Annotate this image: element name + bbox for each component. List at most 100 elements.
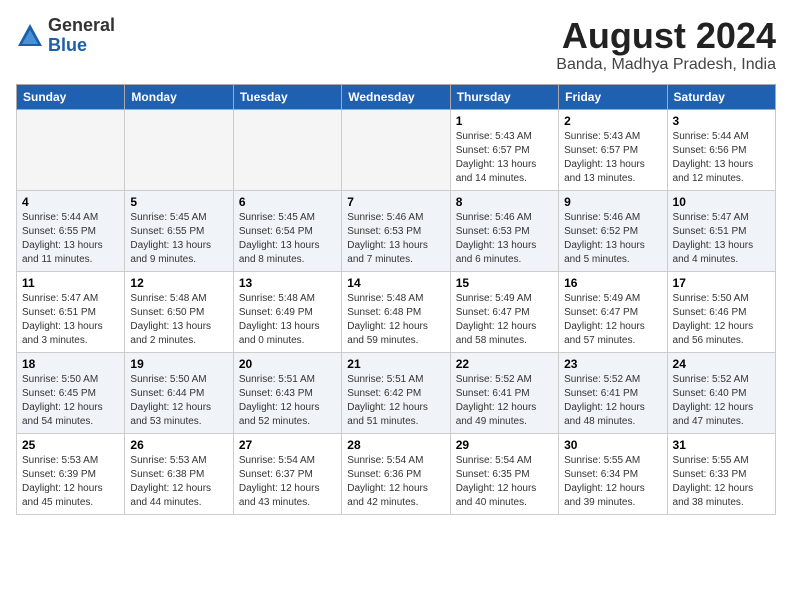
day-info: Sunrise: 5:50 AM Sunset: 6:44 PM Dayligh…	[130, 373, 227, 429]
day-number: 15	[456, 276, 553, 290]
day-info: Sunrise: 5:43 AM Sunset: 6:57 PM Dayligh…	[456, 130, 553, 186]
day-number: 22	[456, 357, 553, 371]
day-number: 4	[22, 195, 119, 209]
day-cell	[342, 109, 450, 190]
day-info: Sunrise: 5:47 AM Sunset: 6:51 PM Dayligh…	[673, 211, 770, 267]
day-number: 1	[456, 114, 553, 128]
day-cell: 3 Sunrise: 5:44 AM Sunset: 6:56 PM Daylig…	[667, 109, 775, 190]
header-saturday: Saturday	[667, 84, 775, 109]
day-number: 16	[564, 276, 661, 290]
page-header: General Blue August 2024 Banda, Madhya P…	[16, 16, 776, 74]
day-number: 19	[130, 357, 227, 371]
day-info: Sunrise: 5:50 AM Sunset: 6:45 PM Dayligh…	[22, 373, 119, 429]
logo-blue: Blue	[48, 35, 87, 55]
header-wednesday: Wednesday	[342, 84, 450, 109]
day-cell: 22 Sunrise: 5:52 AM Sunset: 6:41 PM Dayli…	[450, 352, 558, 433]
day-number: 14	[347, 276, 444, 290]
day-info: Sunrise: 5:48 AM Sunset: 6:50 PM Dayligh…	[130, 292, 227, 348]
day-info: Sunrise: 5:46 AM Sunset: 6:52 PM Dayligh…	[564, 211, 661, 267]
week-row-2: 4 Sunrise: 5:44 AM Sunset: 6:55 PM Daylig…	[17, 190, 776, 271]
header-monday: Monday	[125, 84, 233, 109]
day-number: 29	[456, 438, 553, 452]
day-info: Sunrise: 5:54 AM Sunset: 6:37 PM Dayligh…	[239, 454, 336, 510]
day-number: 10	[673, 195, 770, 209]
day-number: 13	[239, 276, 336, 290]
day-cell: 2Sunrise: 5:43 AM Sunset: 6:57 PM Daylig…	[559, 109, 667, 190]
logo-text: General Blue	[48, 16, 115, 56]
day-info: Sunrise: 5:49 AM Sunset: 6:47 PM Dayligh…	[456, 292, 553, 348]
day-number: 2	[564, 114, 661, 128]
day-cell: 6 Sunrise: 5:45 AM Sunset: 6:54 PM Daylig…	[233, 190, 341, 271]
day-cell: 25Sunrise: 5:53 AM Sunset: 6:39 PM Dayli…	[17, 433, 125, 514]
day-info: Sunrise: 5:52 AM Sunset: 6:41 PM Dayligh…	[456, 373, 553, 429]
day-number: 5	[130, 195, 227, 209]
week-row-3: 11Sunrise: 5:47 AM Sunset: 6:51 PM Dayli…	[17, 271, 776, 352]
logo-icon	[16, 22, 44, 50]
day-number: 6	[239, 195, 336, 209]
day-cell: 29 Sunrise: 5:54 AM Sunset: 6:35 PM Dayli…	[450, 433, 558, 514]
header-sunday: Sunday	[17, 84, 125, 109]
day-number: 31	[673, 438, 770, 452]
day-cell: 10 Sunrise: 5:47 AM Sunset: 6:51 PM Dayli…	[667, 190, 775, 271]
day-cell: 13Sunrise: 5:48 AM Sunset: 6:49 PM Dayli…	[233, 271, 341, 352]
week-row-4: 18Sunrise: 5:50 AM Sunset: 6:45 PM Dayli…	[17, 352, 776, 433]
day-cell: 31 Sunrise: 5:55 AM Sunset: 6:33 PM Dayli…	[667, 433, 775, 514]
day-cell: 5 Sunrise: 5:45 AM Sunset: 6:55 PM Daylig…	[125, 190, 233, 271]
day-number: 24	[673, 357, 770, 371]
day-number: 25	[22, 438, 119, 452]
logo-general: General	[48, 15, 115, 35]
day-info: Sunrise: 5:52 AM Sunset: 6:41 PM Dayligh…	[564, 373, 661, 429]
day-cell: 24 Sunrise: 5:52 AM Sunset: 6:40 PM Dayli…	[667, 352, 775, 433]
header-row: SundayMondayTuesdayWednesdayThursdayFrid…	[17, 84, 776, 109]
day-number: 28	[347, 438, 444, 452]
day-info: Sunrise: 5:52 AM Sunset: 6:40 PM Dayligh…	[673, 373, 770, 429]
day-cell: 18Sunrise: 5:50 AM Sunset: 6:45 PM Dayli…	[17, 352, 125, 433]
day-cell: 28 Sunrise: 5:54 AM Sunset: 6:36 PM Dayli…	[342, 433, 450, 514]
day-cell: 27 Sunrise: 5:54 AM Sunset: 6:37 PM Dayli…	[233, 433, 341, 514]
day-number: 7	[347, 195, 444, 209]
day-info: Sunrise: 5:45 AM Sunset: 6:54 PM Dayligh…	[239, 211, 336, 267]
header-tuesday: Tuesday	[233, 84, 341, 109]
day-cell: 1 Sunrise: 5:43 AM Sunset: 6:57 PM Daylig…	[450, 109, 558, 190]
day-number: 26	[130, 438, 227, 452]
day-cell: 4 Sunrise: 5:44 AM Sunset: 6:55 PM Daylig…	[17, 190, 125, 271]
day-info: Sunrise: 5:46 AM Sunset: 6:53 PM Dayligh…	[347, 211, 444, 267]
day-info: Sunrise: 5:55 AM Sunset: 6:33 PM Dayligh…	[673, 454, 770, 510]
day-info: Sunrise: 5:44 AM Sunset: 6:55 PM Dayligh…	[22, 211, 119, 267]
day-number: 30	[564, 438, 661, 452]
calendar-table: SundayMondayTuesdayWednesdayThursdayFrid…	[16, 84, 776, 515]
day-info: Sunrise: 5:51 AM Sunset: 6:42 PM Dayligh…	[347, 373, 444, 429]
day-cell: 8Sunrise: 5:46 AM Sunset: 6:53 PM Daylig…	[450, 190, 558, 271]
day-number: 23	[564, 357, 661, 371]
day-cell: 26 Sunrise: 5:53 AM Sunset: 6:38 PM Dayli…	[125, 433, 233, 514]
month-year: August 2024	[556, 16, 776, 56]
day-cell	[17, 109, 125, 190]
day-cell	[233, 109, 341, 190]
day-info: Sunrise: 5:44 AM Sunset: 6:56 PM Dayligh…	[673, 130, 770, 186]
day-number: 12	[130, 276, 227, 290]
header-thursday: Thursday	[450, 84, 558, 109]
location: Banda, Madhya Pradesh, India	[556, 56, 776, 74]
day-info: Sunrise: 5:54 AM Sunset: 6:36 PM Dayligh…	[347, 454, 444, 510]
day-info: Sunrise: 5:53 AM Sunset: 6:38 PM Dayligh…	[130, 454, 227, 510]
day-number: 3	[673, 114, 770, 128]
day-info: Sunrise: 5:45 AM Sunset: 6:55 PM Dayligh…	[130, 211, 227, 267]
day-cell: 30 Sunrise: 5:55 AM Sunset: 6:34 PM Dayli…	[559, 433, 667, 514]
day-number: 27	[239, 438, 336, 452]
day-info: Sunrise: 5:48 AM Sunset: 6:48 PM Dayligh…	[347, 292, 444, 348]
day-cell: 7 Sunrise: 5:46 AM Sunset: 6:53 PM Daylig…	[342, 190, 450, 271]
day-info: Sunrise: 5:54 AM Sunset: 6:35 PM Dayligh…	[456, 454, 553, 510]
day-info: Sunrise: 5:50 AM Sunset: 6:46 PM Dayligh…	[673, 292, 770, 348]
day-cell: 11Sunrise: 5:47 AM Sunset: 6:51 PM Dayli…	[17, 271, 125, 352]
day-number: 17	[673, 276, 770, 290]
day-cell: 15 Sunrise: 5:49 AM Sunset: 6:47 PM Dayli…	[450, 271, 558, 352]
day-cell: 23 Sunrise: 5:52 AM Sunset: 6:41 PM Dayli…	[559, 352, 667, 433]
title-block: August 2024 Banda, Madhya Pradesh, India	[556, 16, 776, 74]
header-friday: Friday	[559, 84, 667, 109]
day-info: Sunrise: 5:55 AM Sunset: 6:34 PM Dayligh…	[564, 454, 661, 510]
day-cell: 21Sunrise: 5:51 AM Sunset: 6:42 PM Dayli…	[342, 352, 450, 433]
day-number: 11	[22, 276, 119, 290]
day-cell: 17 Sunrise: 5:50 AM Sunset: 6:46 PM Dayli…	[667, 271, 775, 352]
day-number: 20	[239, 357, 336, 371]
week-row-1: 1 Sunrise: 5:43 AM Sunset: 6:57 PM Daylig…	[17, 109, 776, 190]
